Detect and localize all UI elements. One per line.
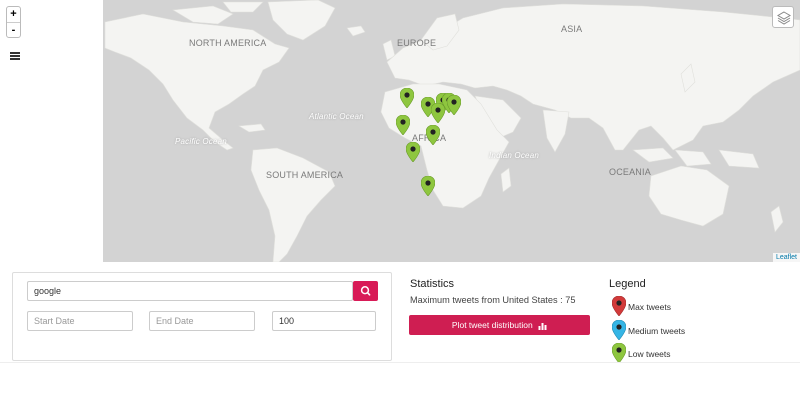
search-button[interactable] bbox=[353, 281, 378, 301]
layers-icon[interactable] bbox=[772, 6, 794, 28]
legend-label-max: Max tweets bbox=[628, 302, 671, 312]
menu-icon[interactable] bbox=[10, 52, 20, 60]
statistics-text: Maximum tweets from United States : 75 bbox=[410, 295, 576, 305]
legend-label-medium: Medium tweets bbox=[628, 326, 686, 336]
map-marker-low[interactable] bbox=[426, 125, 440, 145]
label-indian-ocean: Indian Ocean bbox=[489, 151, 539, 160]
label-south-america: SOUTH AMERICA bbox=[266, 170, 344, 180]
map-marker-low[interactable] bbox=[406, 142, 420, 162]
map-marker-low[interactable] bbox=[400, 88, 414, 108]
end-date-input[interactable] bbox=[149, 311, 255, 331]
green-marker-icon bbox=[612, 343, 626, 363]
blue-marker-icon bbox=[612, 320, 626, 340]
label-europe: EUROPE bbox=[397, 38, 437, 48]
zoom-control: + - bbox=[6, 6, 21, 38]
plot-button-label: Plot tweet distribution bbox=[451, 320, 533, 330]
legend-title: Legend bbox=[609, 278, 646, 290]
map-marker-low[interactable] bbox=[421, 176, 435, 196]
legend-label-low: Low tweets bbox=[628, 349, 671, 359]
label-oceania: OCEANIA bbox=[609, 167, 651, 177]
control-panel: Statistics Maximum tweets from United St… bbox=[0, 262, 800, 417]
map-marker-low[interactable] bbox=[447, 95, 461, 115]
label-asia: ASIA bbox=[561, 24, 583, 34]
zoom-out-button[interactable]: - bbox=[7, 22, 20, 37]
leaflet-attribution[interactable]: Leaflet bbox=[772, 253, 800, 262]
map-marker-low[interactable] bbox=[431, 103, 445, 123]
map-marker-low[interactable] bbox=[396, 115, 410, 135]
zoom-in-button[interactable]: + bbox=[7, 7, 20, 22]
search-box bbox=[12, 272, 392, 361]
tweet-limit-input[interactable] bbox=[272, 311, 376, 331]
label-atlantic-ocean: Atlantic Ocean bbox=[309, 112, 364, 121]
start-date-input[interactable] bbox=[27, 311, 133, 331]
search-input[interactable] bbox=[27, 281, 353, 301]
panel-divider bbox=[0, 362, 800, 363]
map-canvas[interactable]: NORTH AMERICA SOUTH AMERICA EUROPE ASIA … bbox=[103, 0, 800, 262]
map-container[interactable]: NORTH AMERICA SOUTH AMERICA EUROPE ASIA … bbox=[0, 0, 800, 262]
plot-tweet-distribution-button[interactable]: Plot tweet distribution bbox=[409, 315, 590, 335]
label-north-america: NORTH AMERICA bbox=[189, 38, 267, 48]
search-icon bbox=[360, 286, 371, 296]
statistics-title: Statistics bbox=[410, 278, 455, 290]
red-marker-icon bbox=[612, 296, 626, 316]
label-pacific-ocean: Pacific Ocean bbox=[175, 137, 227, 146]
bar-chart-icon bbox=[538, 322, 547, 330]
